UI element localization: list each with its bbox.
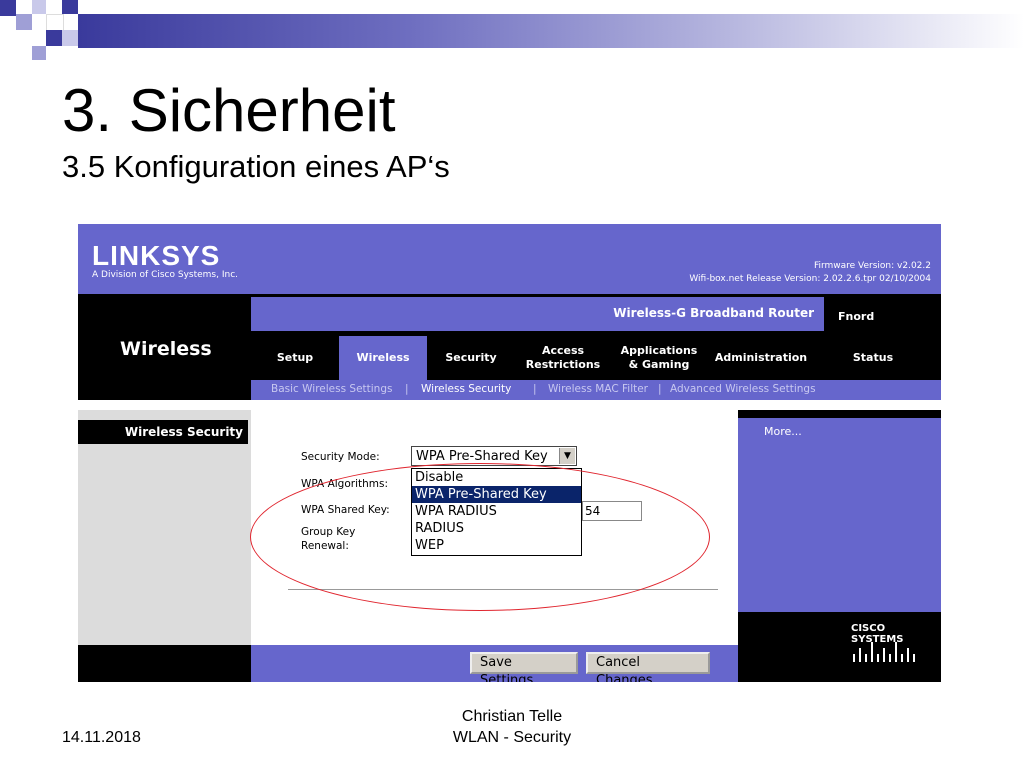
tab-status[interactable]: Status	[823, 336, 923, 380]
deco-square-2	[16, 14, 32, 30]
main-tabs: Setup Wireless Security Access Restricti…	[251, 336, 941, 380]
slide-footer: Christian Telle WLAN - Security	[430, 706, 594, 748]
wpa-algorithms-label: WPA Algorithms:	[301, 478, 388, 490]
section-label-text: Wireless Security	[124, 425, 243, 439]
deco-square-1	[0, 0, 16, 16]
linksys-logo: LINKSYS	[92, 240, 221, 271]
save-settings-button[interactable]: Save Settings	[470, 652, 578, 682]
deco-square-7	[32, 46, 46, 60]
slide-date: 14.11.2018	[62, 729, 141, 746]
slide-title: 3. Sicherheit	[62, 77, 396, 144]
product-bar: Wireless-G Broadband Router	[251, 297, 824, 331]
device-name: Fnord	[838, 310, 875, 323]
cancel-changes-button[interactable]: Cancel Changes	[586, 652, 710, 682]
security-mode-options: Disable WPA Pre-Shared Key WPA RADIUS RA…	[411, 468, 582, 556]
subnav-advanced-wireless[interactable]: Advanced Wireless Settings	[670, 383, 816, 395]
subnav-wireless-security[interactable]: Wireless Security	[421, 383, 511, 395]
section-title: Wireless	[120, 338, 212, 360]
option-wpa-psk[interactable]: WPA Pre-Shared Key	[412, 486, 581, 503]
subnav-separator: |	[533, 383, 537, 395]
section-panel: Wireless	[78, 294, 251, 400]
topic-name: WLAN - Security	[452, 729, 572, 746]
tab-setup[interactable]: Setup	[251, 336, 339, 380]
subnav-mac-filter[interactable]: Wireless MAC Filter	[548, 383, 648, 395]
slide-subtitle: 3.5 Konfiguration eines AP‘s	[62, 149, 450, 184]
sub-navigation: Basic Wireless Settings | Wireless Secur…	[251, 380, 941, 400]
tab-security[interactable]: Security	[427, 336, 515, 380]
settings-divider	[288, 589, 718, 590]
section-label: Wireless Security	[78, 420, 248, 444]
security-mode-value: WPA Pre-Shared Key	[416, 449, 548, 464]
release-version: Wifi-box.net Release Version: 2.02.2.6.t…	[689, 274, 931, 284]
deco-square-6	[46, 30, 62, 46]
renewal-label: Renewal:	[301, 540, 349, 552]
deco-square-8	[62, 30, 78, 46]
deco-square-3	[32, 0, 46, 14]
author-name: Christian Telle	[461, 708, 563, 725]
group-key-label: Group Key	[301, 526, 356, 538]
more-link[interactable]: More...	[764, 425, 802, 438]
firmware-version: Firmware Version: v2.02.2	[813, 261, 931, 271]
tab-applications-gaming[interactable]: Applications & Gaming	[611, 336, 707, 380]
wpa-shared-key-label: WPA Shared Key:	[301, 504, 390, 516]
left-column	[78, 410, 251, 645]
subnav-separator: |	[405, 383, 409, 395]
deco-square-5	[62, 0, 78, 14]
product-name: Wireless-G Broadband Router	[613, 306, 814, 320]
security-mode-select[interactable]: WPA Pre-Shared Key ▼	[411, 446, 577, 466]
firmware-info: Firmware Version: v2.02.2 Wifi-box.net R…	[689, 260, 931, 286]
tab-administration[interactable]: Administration	[707, 336, 815, 380]
dropdown-arrow-icon[interactable]: ▼	[559, 448, 575, 464]
option-disable[interactable]: Disable	[412, 469, 581, 486]
router-header: LINKSYS A Division of Cisco Systems, Inc…	[78, 224, 941, 294]
subnav-separator: |	[658, 383, 662, 395]
router-screenshot: LINKSYS A Division of Cisco Systems, Inc…	[78, 224, 941, 682]
cisco-bars-icon	[853, 642, 915, 662]
security-mode-label: Security Mode:	[301, 451, 380, 463]
brand-subtitle: A Division of Cisco Systems, Inc.	[92, 270, 238, 280]
spacer-strip	[78, 400, 941, 410]
option-wpa-radius[interactable]: WPA RADIUS	[412, 503, 581, 520]
help-column	[738, 418, 941, 645]
shared-key-text: 54	[585, 504, 601, 518]
option-wep[interactable]: WEP	[412, 537, 581, 554]
tab-access-restrictions[interactable]: Access Restrictions	[515, 336, 611, 380]
tab-wireless[interactable]: Wireless	[339, 336, 427, 380]
subnav-basic-wireless[interactable]: Basic Wireless Settings	[271, 383, 392, 395]
header-gradient-bar	[78, 14, 1024, 48]
option-radius[interactable]: RADIUS	[412, 520, 581, 537]
wpa-shared-key-input[interactable]: 54	[582, 501, 642, 521]
